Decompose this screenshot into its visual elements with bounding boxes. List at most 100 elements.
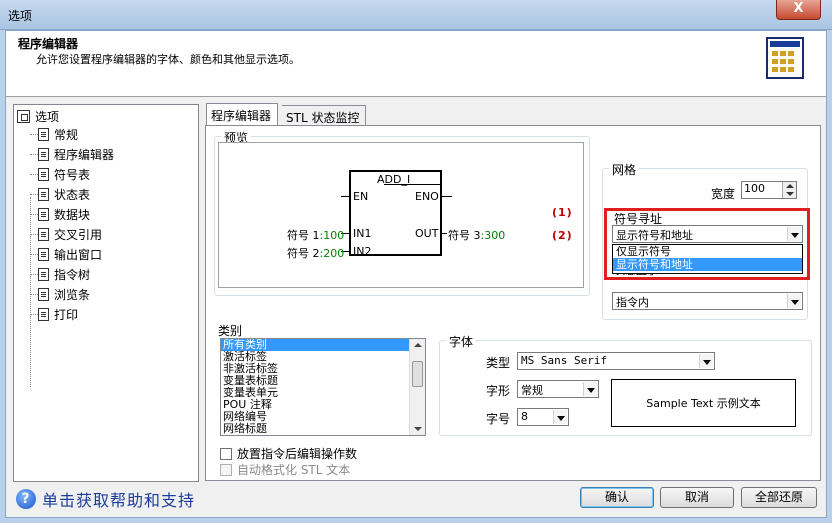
font-label: 字体 xyxy=(446,333,477,350)
status-display-select[interactable]: 指令内 xyxy=(612,292,803,310)
options-folder-icon xyxy=(17,109,30,123)
cancel-button[interactable]: 取消 xyxy=(660,487,734,508)
tree-item-label: 交叉引用 xyxy=(54,227,103,242)
page-icon xyxy=(38,307,49,321)
width-value: 100 xyxy=(744,182,765,195)
address-1: :100 xyxy=(319,229,345,242)
auto-format-stl-checkbox: 自动格式化 STL 文本 xyxy=(220,461,350,478)
scroll-thumb[interactable] xyxy=(412,361,423,387)
settings-window-icon xyxy=(766,37,804,79)
title-bar: 选项 X xyxy=(0,0,832,30)
checkbox-label: 自动格式化 STL 文本 xyxy=(237,463,351,477)
tree-item-label: 数据块 xyxy=(54,207,91,222)
pin-in1: IN1 xyxy=(353,227,372,240)
options-tree: 选项 常规 程序编辑器 符号表 状态表 数据块 交叉引用 输出窗口 指令树 浏览… xyxy=(13,104,199,482)
sample-text: Sample Text 示例文本 xyxy=(646,397,761,410)
page-title: 程序编辑器 xyxy=(18,37,79,51)
pin-en: EN xyxy=(353,190,369,203)
ladder-preview: ADD_I EN ENO IN1 OUT IN2 符号 1:100 符号 2:2… xyxy=(218,142,584,288)
symbol-3: 符号 3 xyxy=(448,229,481,242)
tab-stl-status[interactable]: STL 状态监控 xyxy=(282,105,367,126)
tree-item-label: 常规 xyxy=(54,127,79,142)
help-link[interactable]: ? 单击获取帮助和支持 xyxy=(16,487,195,511)
annotation-1: (1) xyxy=(552,206,573,219)
page-icon xyxy=(38,287,49,301)
pin-out: OUT xyxy=(415,227,439,240)
address-3: :300 xyxy=(480,229,506,242)
ok-button[interactable]: 确认 xyxy=(580,487,654,508)
category-label: 类别 xyxy=(218,324,243,338)
highlight-box xyxy=(604,208,810,280)
width-label: 宽度 xyxy=(711,187,736,201)
page-icon xyxy=(38,187,49,201)
category-scrollbar[interactable] xyxy=(409,339,425,435)
page-description: 允许您设置程序编辑器的字体、颜色和其他显示选项。 xyxy=(36,53,300,66)
tab-program-editor[interactable]: 程序编辑器 xyxy=(206,103,279,126)
annotation-2: (2) xyxy=(552,229,573,242)
tree-root[interactable]: 选项 xyxy=(17,107,59,125)
font-size-value: 8 xyxy=(521,410,528,423)
help-icon: ? xyxy=(16,489,36,509)
tree-item-status-table[interactable]: 状态表 xyxy=(38,185,90,203)
font-type-select[interactable]: MS Sans Serif xyxy=(517,352,715,370)
symbol-2: 符号 2 xyxy=(287,247,320,260)
tree-item-label: 状态表 xyxy=(54,187,91,202)
checkbox-label: 放置指令后编辑操作数 xyxy=(237,447,358,461)
font-type-label: 类型 xyxy=(486,356,511,370)
block-name: ADD_I xyxy=(377,173,411,186)
tree-item-label: 程序编辑器 xyxy=(54,145,115,163)
tree-item-symbol-table[interactable]: 符号表 xyxy=(38,165,90,183)
font-size-label: 字号 xyxy=(486,412,511,426)
pin-eno: ENO xyxy=(415,190,439,203)
window-title: 选项 xyxy=(8,9,33,23)
options-dialog: 程序编辑器 允许您设置程序编辑器的字体、颜色和其他显示选项。 选项 常规 程序编… xyxy=(5,30,827,518)
tree-item-print[interactable]: 打印 xyxy=(38,305,78,323)
close-button[interactable]: X xyxy=(776,0,821,20)
dialog-header: 程序编辑器 允许您设置程序编辑器的字体、颜色和其他显示选项。 xyxy=(6,31,826,97)
scroll-down-icon[interactable] xyxy=(414,427,422,431)
font-sample: Sample Text 示例文本 xyxy=(611,379,796,427)
status-display-value: 指令内 xyxy=(616,296,649,309)
tree-item-data-block[interactable]: 数据块 xyxy=(38,205,90,223)
stepper-arrows-icon[interactable] xyxy=(782,182,796,198)
operand-in1: 符号 1:100 xyxy=(287,227,344,243)
font-style-label: 字形 xyxy=(486,384,511,398)
tree-item-general[interactable]: 常规 xyxy=(38,125,78,143)
tab-panel: 预览 ADD_I EN ENO IN1 OUT IN2 符号 1:100 符号 … xyxy=(205,125,821,481)
tree-item-label: 输出窗口 xyxy=(54,247,103,262)
chevron-down-icon[interactable] xyxy=(699,354,713,368)
tree-item-label: 指令树 xyxy=(54,267,91,282)
tree-item-instruction-tree[interactable]: 指令树 xyxy=(38,265,90,283)
chevron-down-icon[interactable] xyxy=(553,410,567,424)
tree-item-label: 浏览条 xyxy=(54,287,91,302)
restore-all-button[interactable]: 全部还原 xyxy=(741,487,817,508)
tree-item-cross-reference[interactable]: 交叉引用 xyxy=(38,225,102,243)
font-size-select[interactable]: 8 xyxy=(517,408,569,426)
checkbox-box xyxy=(220,463,232,476)
edit-operand-checkbox[interactable]: 放置指令后编辑操作数 xyxy=(220,445,357,462)
font-style-select[interactable]: 常规 xyxy=(517,380,599,398)
page-icon xyxy=(38,167,49,181)
width-stepper[interactable]: 100 xyxy=(741,181,797,199)
operand-in2: 符号 2:200 xyxy=(287,245,344,261)
tree-item-output-window[interactable]: 输出窗口 xyxy=(38,245,102,263)
page-icon xyxy=(38,127,49,141)
page-icon xyxy=(38,147,49,161)
tree-item-navigation-bar[interactable]: 浏览条 xyxy=(38,285,90,303)
list-item[interactable]: 网络标题 xyxy=(221,423,425,435)
page-icon xyxy=(38,227,49,241)
category-list[interactable]: 所有类别 激活标签 非激活标签 变量表标题 变量表单元 POU 注释 网络编号 … xyxy=(220,338,426,436)
page-icon xyxy=(38,247,49,261)
chevron-down-icon[interactable] xyxy=(583,382,597,396)
font-style-value: 常规 xyxy=(521,384,543,397)
grid-label: 网格 xyxy=(609,161,640,178)
scroll-up-icon[interactable] xyxy=(414,343,422,347)
page-icon xyxy=(38,207,49,221)
checkbox-box[interactable] xyxy=(220,447,232,460)
chevron-down-icon[interactable] xyxy=(787,294,801,308)
operand-out: 符号 3:300 xyxy=(448,227,505,243)
tree-item-label: 打印 xyxy=(54,307,79,322)
tree-item-program-editor[interactable]: 程序编辑器 xyxy=(38,145,115,163)
page-icon xyxy=(38,267,49,281)
tree-root-label: 选项 xyxy=(35,109,60,124)
